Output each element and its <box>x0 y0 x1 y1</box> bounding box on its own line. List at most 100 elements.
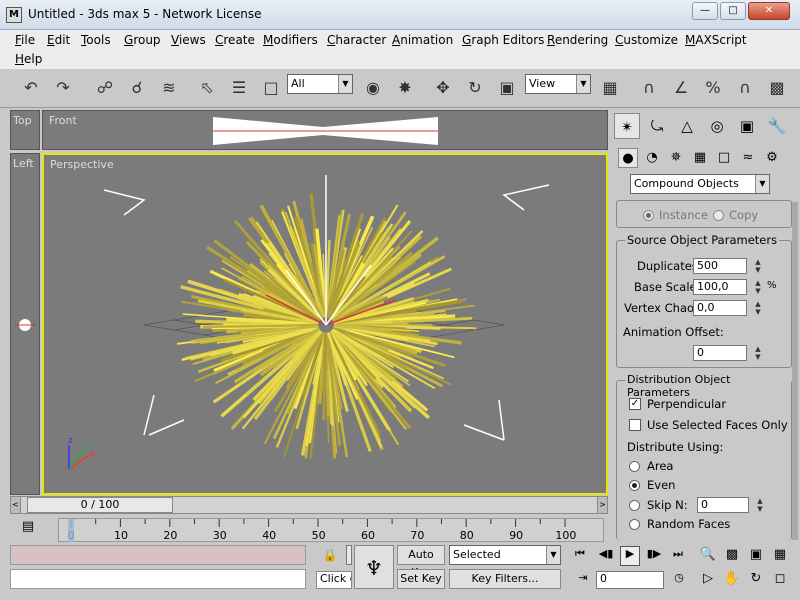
undo-icon[interactable]: ↶ <box>18 75 44 101</box>
menu-maxscript[interactable]: MAXScript <box>685 33 747 47</box>
rotate-icon[interactable]: ↻ <box>462 75 488 101</box>
key-mode-dropdown[interactable]: Selected ▼ <box>449 545 561 565</box>
minimize-button[interactable]: — <box>692 2 718 20</box>
pivot-center-icon[interactable]: ▦ <box>597 75 623 101</box>
track-ruler[interactable]: 0102030405060708090100 <box>58 518 604 543</box>
copy-radio[interactable] <box>713 210 724 221</box>
motion-tab-icon[interactable]: ◎ <box>704 113 730 139</box>
source-rollout-title[interactable]: Source Object Parameters <box>625 233 780 247</box>
chevron-right-icon[interactable]: > <box>597 497 607 513</box>
random-faces-radio[interactable] <box>629 519 640 530</box>
menu-group[interactable]: Group <box>124 33 161 47</box>
menu-views[interactable]: Views <box>171 33 206 47</box>
geometry-icon[interactable]: ● <box>618 148 638 168</box>
percent-snap-icon[interactable]: % <box>700 75 726 101</box>
next-frame-icon[interactable]: ▮▶ <box>644 547 664 565</box>
play-icon[interactable]: ▶ <box>620 546 640 566</box>
base-scale-field[interactable]: 100,0 <box>693 279 747 295</box>
use-selected-faces-checkbox[interactable] <box>629 419 641 431</box>
maxscript-listener-mini[interactable] <box>10 545 306 565</box>
snap-toggle-icon[interactable]: ∩ <box>636 75 662 101</box>
menu-graph-editors[interactable]: Graph Editors <box>462 33 544 47</box>
area-radio[interactable] <box>629 461 640 472</box>
named-selection-icon[interactable]: ▩ <box>764 75 790 101</box>
go-to-end-icon[interactable]: ⏭ <box>668 547 688 565</box>
reference-coord-dropdown[interactable]: View ▼ <box>525 74 591 94</box>
viewport-top[interactable]: Top <box>10 110 40 150</box>
time-slider-thumb[interactable]: 0 / 100 <box>27 497 173 513</box>
modify-tab-icon[interactable]: ⤿ <box>644 113 670 139</box>
track-bar[interactable]: ▤ 0102030405060708090100 <box>10 516 608 544</box>
duplicates-field[interactable]: 500 <box>693 258 747 274</box>
zoom-all-icon[interactable]: ▩ <box>722 547 742 565</box>
angle-snap-icon[interactable]: ∠ <box>668 75 694 101</box>
spinner-snap-icon[interactable]: ∩ <box>732 75 758 101</box>
zoom-extents-icon[interactable]: ▣ <box>746 547 766 565</box>
auto-key-button[interactable]: Auto Key <box>397 545 445 579</box>
create-tab-icon[interactable]: ✴ <box>614 113 640 139</box>
unlink-selection-icon[interactable]: ☌ <box>124 75 150 101</box>
viewport-top-label[interactable]: Top <box>13 114 32 127</box>
select-object-icon[interactable]: ⬁ <box>194 75 220 101</box>
utilities-tab-icon[interactable]: 🔧 <box>764 113 790 139</box>
base-scale-spinner[interactable]: ▲ ▼ <box>753 279 763 295</box>
viewport-left[interactable]: Left <box>10 153 40 495</box>
menu-customize[interactable]: Customize <box>615 33 678 47</box>
space-warps-icon[interactable]: ≈ <box>738 148 758 168</box>
panel-scrollbar[interactable] <box>792 202 798 540</box>
select-and-manipulate-icon[interactable]: ✸ <box>392 75 418 101</box>
pan-icon[interactable]: ✋ <box>722 571 742 589</box>
select-and-move-icon[interactable]: ◉ <box>360 75 386 101</box>
scale-icon[interactable]: ▣ <box>494 75 520 101</box>
current-frame-field[interactable]: 0 <box>596 571 664 589</box>
display-tab-icon[interactable]: ▣ <box>734 113 760 139</box>
instance-radio[interactable] <box>643 210 654 221</box>
viewport-perspective[interactable]: Perspective z x y <box>42 153 608 495</box>
track-view-icon[interactable]: ▤ <box>18 519 38 537</box>
duplicates-spinner[interactable]: ▲ ▼ <box>753 258 763 274</box>
zoom-icon[interactable]: 🔍 <box>698 547 718 565</box>
maximize-viewport-icon[interactable]: ◻ <box>770 571 790 589</box>
prompt-line[interactable] <box>10 569 306 589</box>
maximize-button[interactable]: □ <box>720 2 746 20</box>
go-to-start-icon[interactable]: ⏮ <box>570 547 590 565</box>
selection-filter-dropdown[interactable]: All ▼ <box>287 74 353 94</box>
menu-tools[interactable]: Tools <box>81 33 111 47</box>
menu-create[interactable]: Create <box>215 33 255 47</box>
menu-help[interactable]: Help <box>15 52 42 66</box>
time-configuration-icon[interactable]: ◷ <box>670 571 688 589</box>
cameras-icon[interactable]: ▦ <box>690 148 710 168</box>
select-by-name-icon[interactable]: ☰ <box>226 75 252 101</box>
set-key-mode-icon[interactable]: ♆ <box>354 545 394 589</box>
menu-file[interactable]: File <box>15 33 35 47</box>
rectangular-selection-icon[interactable]: □ <box>258 75 284 101</box>
key-filters-button[interactable]: Key Filters... <box>449 569 561 589</box>
skip-n-field[interactable]: 0 <box>697 497 749 513</box>
viewport-left-label[interactable]: Left <box>13 157 34 170</box>
set-key-button[interactable]: Set Key <box>397 569 445 589</box>
lights-icon[interactable]: ✵ <box>666 148 686 168</box>
perpendicular-checkbox[interactable]: ✓ <box>629 398 641 410</box>
move-icon[interactable]: ✥ <box>430 75 456 101</box>
chevron-left-icon[interactable]: < <box>11 497 21 513</box>
select-and-link-icon[interactable]: ☍ <box>92 75 118 101</box>
key-mode-toggle-icon[interactable]: ⇥ <box>574 571 592 589</box>
selection-lock-toggle[interactable] <box>346 545 352 565</box>
category-dropdown[interactable]: Compound Objects ▼ <box>630 174 770 194</box>
redo-icon[interactable]: ↷ <box>50 75 76 101</box>
even-radio[interactable] <box>629 480 640 491</box>
bind-to-space-warp-icon[interactable]: ≋ <box>156 75 182 101</box>
close-button[interactable]: ✕ <box>748 2 790 20</box>
shapes-icon[interactable]: ◔ <box>642 148 662 168</box>
arc-rotate-icon[interactable]: ↻ <box>746 571 766 589</box>
lock-icon[interactable]: 🔒 <box>316 545 344 565</box>
animation-offset-spinner[interactable]: ▲ ▼ <box>753 345 763 361</box>
previous-frame-icon[interactable]: ◀▮ <box>596 547 616 565</box>
menu-rendering[interactable]: Rendering <box>547 33 608 47</box>
skip-n-radio[interactable] <box>629 500 640 511</box>
viewport-front[interactable]: Front <box>42 110 608 150</box>
helpers-icon[interactable]: □ <box>714 148 734 168</box>
animation-offset-field[interactable]: 0 <box>693 345 747 361</box>
menu-edit[interactable]: Edit <box>47 33 70 47</box>
menu-animation[interactable]: Animation <box>392 33 453 47</box>
